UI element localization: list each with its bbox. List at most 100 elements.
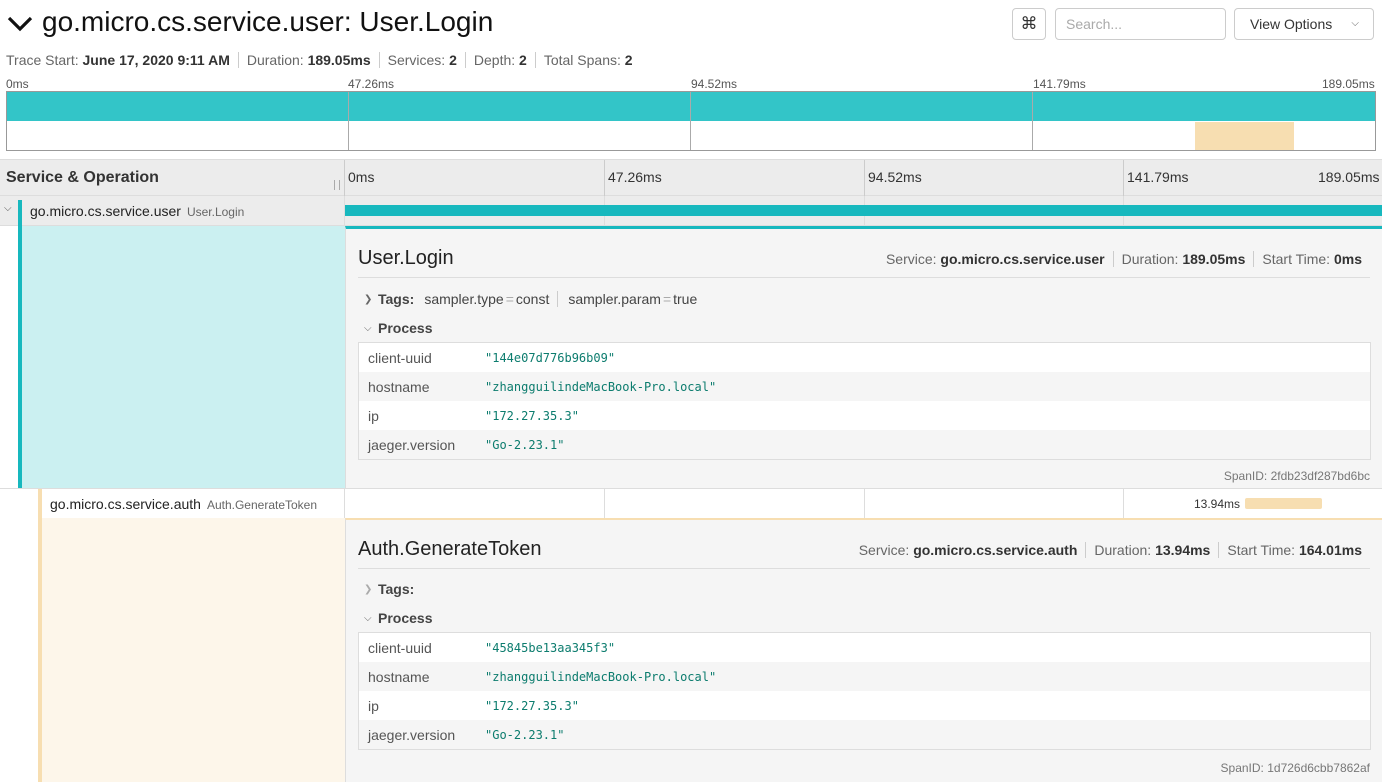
tags-section-toggle[interactable]: ❯ Tags: sampler.type = const sampler.param… [364,291,705,307]
process-row: jaeger.version "Go-2.23.1" [359,430,1370,459]
process-label: Process [378,320,433,336]
timeline-divider [344,160,345,196]
minimap-gridline [690,92,691,150]
minimap-gridline [1032,92,1033,150]
divider [358,277,1370,278]
span-duration-label: 13.94ms [1194,497,1241,511]
minimap-span-bar [7,92,1375,121]
span-color-indicator [18,200,22,226]
detail-start-time: Start Time: 0ms [1253,251,1370,267]
timeline-tick: 189.05ms [1318,169,1380,185]
span-row[interactable]: go.micro.cs.service.auth Auth.GenerateTok… [0,488,1382,519]
span-id: SpanID: 2fdb23df287bd6bc [1223,469,1370,483]
minimap-tick: 47.26ms [348,77,395,91]
keyboard-shortcuts-button[interactable]: ⌘ [1012,8,1046,40]
chevron-right-icon: ❯ [364,293,373,305]
tags-label: Tags: [378,291,415,307]
span-service: go.micro.cs.service.auth [50,496,201,512]
span-row[interactable]: ⌵ go.micro.cs.service.user User.Login [0,196,1382,226]
span-detail: Auth.GenerateToken Service: go.micro.cs.… [345,518,1382,782]
chevron-down-icon: ⌵ [1351,18,1359,29]
timeline-gridline [604,160,605,196]
process-row: hostname "zhangguilindeMacBook-Pro.local" [359,662,1370,691]
row-gridline [1123,489,1124,519]
process-table: client-uuid "45845be13aa345f3" hostname "z… [358,632,1371,750]
process-row: ip "172.27.35.3" [368,407,579,424]
trace-total-spans: Total Spans: 2 [543,52,633,68]
detail-duration: Duration: 13.94ms [1085,542,1218,558]
timeline-gridline [864,160,865,196]
span-operation: User.Login [186,205,245,219]
tag-item: sampler.type = const [424,291,559,307]
span-detail-shade [22,226,345,488]
chevron-down-icon[interactable]: ⌵ [4,203,12,214]
chevron-right-icon: ❯ [364,583,373,595]
process-row: jaeger.version "Go-2.23.1" [359,720,1370,749]
span-name[interactable]: go.micro.cs.service.auth Auth.GenerateTok… [50,496,317,512]
detail-service: Service: go.micro.cs.service.auth [858,542,1078,558]
chevron-down-icon: ⌵ [364,322,372,334]
span-detail-title: Auth.GenerateToken [358,538,542,560]
detail-service: Service: go.micro.cs.service.user [885,251,1105,267]
divider [358,568,1370,569]
span-detail-shade [42,518,345,782]
detail-left-gutter [0,518,345,782]
process-row: hostname "zhangguilindeMacBook-Pro.local" [359,372,1370,401]
trace-depth: Depth: 2 [474,52,536,68]
timeline-header: Service & Operation 0ms 47.26ms 94.52ms … [0,159,1382,196]
span-bar[interactable] [1245,498,1322,509]
timeline-gridline [1123,160,1124,196]
span-detail: User.Login Service: go.micro.cs.service.… [345,226,1382,488]
chevron-down-icon: ⌵ [364,612,372,624]
process-row: ip "172.27.35.3" [368,697,579,714]
trace-meta: Trace Start: June 17, 2020 9:11 AM Durat… [6,52,649,68]
minimap-tick: 141.79ms [1033,77,1086,91]
tag-item: sampler.param = true [568,291,698,307]
minimap-tick: 189.05ms [1322,77,1375,91]
timeline-tick: 141.79ms [1127,169,1189,185]
view-options-label: View Options [1250,16,1333,32]
trace-start: Trace Start: June 17, 2020 9:11 AM [6,52,239,68]
trace-services: Services: 2 [388,52,466,68]
minimap-ticks: 0ms 47.26ms 94.52ms 141.79ms 189.05ms [0,77,1382,91]
process-section-toggle[interactable]: ⌵ Process [364,320,432,336]
span-detail-title: User.Login [358,247,454,269]
span-operation: Auth.GenerateToken [206,498,318,512]
span-name[interactable]: go.micro.cs.service.user User.Login [30,203,244,219]
row-gridline [604,489,605,519]
span-bar[interactable] [345,205,1382,216]
detail-start-time: Start Time: 164.01ms [1218,542,1370,558]
trace-title: go.micro.cs.service.user: User.Login [42,6,494,37]
tags-label: Tags: [378,581,415,597]
minimap-tick: 94.52ms [691,77,738,91]
span-detail-meta: Service: go.micro.cs.service.user Durati… [878,251,1370,267]
trace-minimap[interactable] [6,91,1376,151]
minimap-tick: 0ms [6,77,29,91]
span-color-indicator [38,489,42,519]
tags-section-toggle[interactable]: ❯ Tags: [364,581,414,597]
detail-duration: Duration: 189.05ms [1112,251,1254,267]
trace-duration: Duration: 189.05ms [247,52,380,68]
timeline-tick: 47.26ms [608,169,662,185]
chevron-down-icon[interactable] [6,12,34,36]
search-input[interactable] [1055,8,1226,40]
process-row: client-uuid "144e07d776b96b09" [368,349,616,366]
row-divider [344,489,345,519]
minimap-gridline [348,92,349,150]
timeline-tick: 0ms [348,169,375,185]
trace-header: go.micro.cs.service.user: User.Login ⌘ V… [0,0,1382,50]
minimap-span-bar [1195,122,1294,150]
timeline-tick: 94.52ms [868,169,922,185]
detail-left-gutter [0,226,345,488]
process-table: client-uuid "144e07d776b96b09" hostname "z… [358,342,1371,460]
span-detail-meta: Service: go.micro.cs.service.auth Durati… [851,542,1370,558]
column-resize-handle[interactable] [334,180,340,190]
span-id: SpanID: 1d726d6cbb7862af [1220,761,1370,775]
service-operation-header: Service & Operation [6,169,159,186]
process-label: Process [378,610,433,626]
view-options-dropdown[interactable]: View Options ⌵ [1234,8,1374,40]
span-service: go.micro.cs.service.user [30,203,181,219]
row-gridline [864,489,865,519]
process-row: client-uuid "45845be13aa345f3" [368,639,616,656]
process-section-toggle[interactable]: ⌵ Process [364,610,432,626]
